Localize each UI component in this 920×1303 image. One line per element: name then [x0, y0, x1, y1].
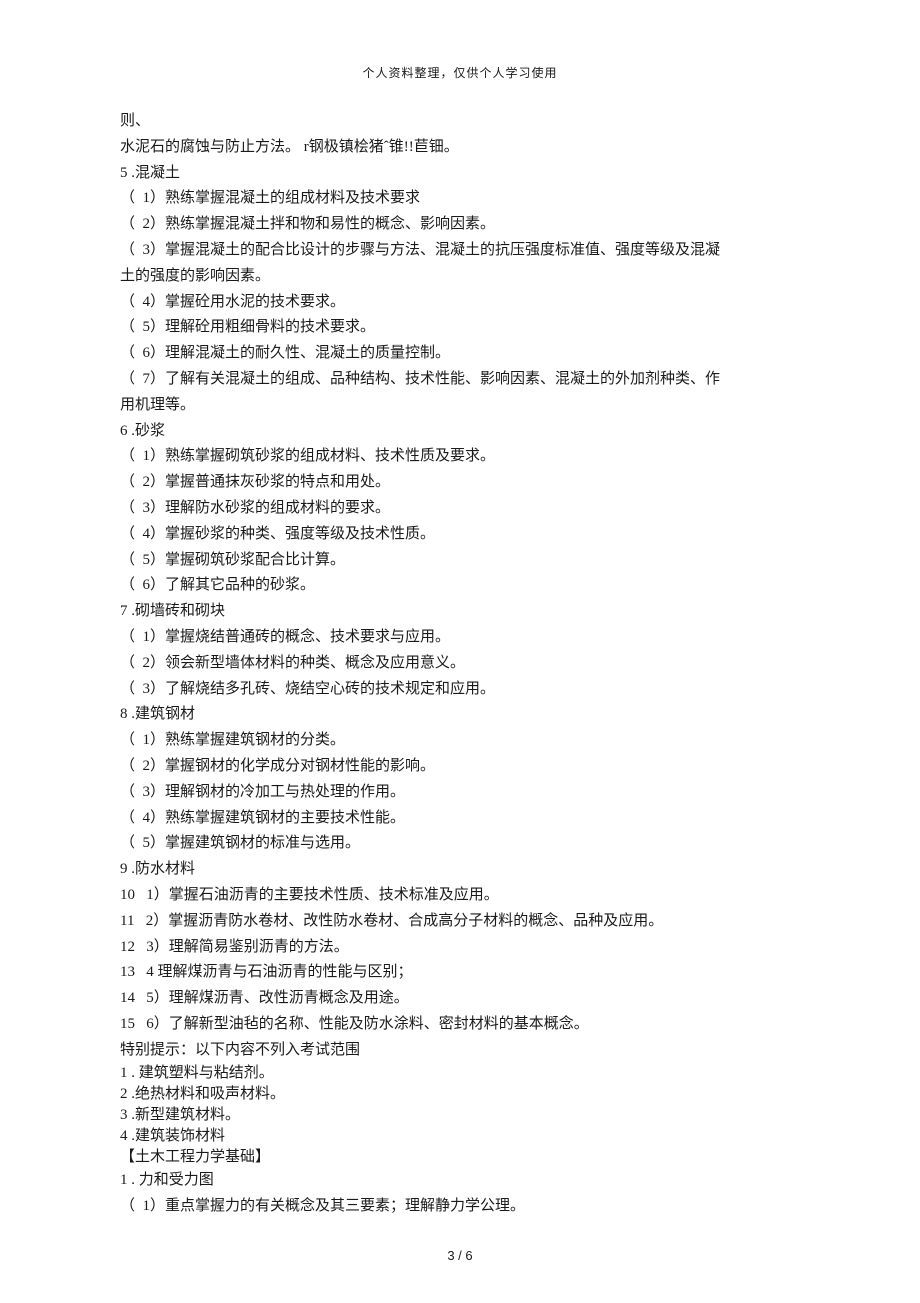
text-line: （ 6）了解其它品种的砂浆。 — [120, 573, 800, 599]
text-line: 特别提示：以下内容不列入考试范围 — [120, 1038, 800, 1064]
text-line: 10 1）掌握石油沥青的主要技术性质、技术标准及应用。 — [120, 883, 800, 909]
text-line: 3 .新型建筑材料。 — [120, 1105, 800, 1126]
text-line: 12 3）理解简易鉴别沥青的方法。 — [120, 935, 800, 961]
page-header: 个人资料整理，仅供个人学习使用 — [120, 64, 800, 81]
text-line: （ 2）掌握普通抹灰砂浆的特点和用处。 — [120, 470, 800, 496]
text-line: （ 5）掌握建筑钢材的标准与选用。 — [120, 831, 800, 857]
text-line: 14 5）理解煤沥青、改性沥青概念及用途。 — [120, 986, 800, 1012]
text-line: （ 2）领会新型墙体材料的种类、概念及应用意义。 — [120, 651, 800, 677]
text-line: 【土木工程力学基础】 — [120, 1147, 800, 1168]
text-line: 11 2）掌握沥青防水卷材、改性防水卷材、合成高分子材料的概念、品种及应用。 — [120, 909, 800, 935]
text-line: （ 6）理解混凝土的耐久性、混凝土的质量控制。 — [120, 341, 800, 367]
text-line: （ 5）掌握砌筑砂浆配合比计算。 — [120, 548, 800, 574]
text-line: 8 .建筑钢材 — [120, 702, 800, 728]
text-line: （ 2）掌握钢材的化学成分对钢材性能的影响。 — [120, 754, 800, 780]
text-line: （ 1）熟练掌握建筑钢材的分类。 — [120, 728, 800, 754]
text-line: 15 6）了解新型油毡的名称、性能及防水涂料、密封材料的基本概念。 — [120, 1012, 800, 1038]
text-line: （ 1）熟练掌握砌筑砂浆的组成材料、技术性质及要求。 — [120, 444, 800, 470]
text-line: 6 .砂浆 — [120, 419, 800, 445]
text-line: 1 . 建筑塑料与粘结剂。 — [120, 1063, 800, 1084]
text-line: （ 4）熟练掌握建筑钢材的主要技术性能。 — [120, 806, 800, 832]
page: 个人资料整理，仅供个人学习使用 则、水泥石的腐蚀与防止方法。 r钢极镇桧猪ˆ锥!… — [0, 0, 920, 1303]
document-body: 则、水泥石的腐蚀与防止方法。 r钢极镇桧猪ˆ锥!!苣钿。5 .混凝土（ 1）熟练… — [120, 109, 800, 1220]
text-line: （ 7）了解有关混凝土的组成、品种结构、技术性能、影响因素、混凝土的外加剂种类、… — [120, 367, 800, 393]
text-line: （ 1）掌握烧结普通砖的概念、技术要求与应用。 — [120, 625, 800, 651]
text-line: 则、 — [120, 109, 800, 135]
text-line: （ 1）重点掌握力的有关概念及其三要素；理解静力学公理。 — [120, 1194, 800, 1220]
text-line: （ 3）理解防水砂浆的组成材料的要求。 — [120, 496, 800, 522]
text-line: （ 4）掌握砂浆的种类、强度等级及技术性质。 — [120, 522, 800, 548]
text-line: （ 3）理解钢材的冷加工与热处理的作用。 — [120, 780, 800, 806]
text-line: 1 . 力和受力图 — [120, 1168, 800, 1194]
text-line: 4 .建筑装饰材料 — [120, 1126, 800, 1147]
text-line: （ 3）掌握混凝土的配合比设计的步骤与方法、混凝土的抗压强度标准值、强度等级及混… — [120, 238, 800, 264]
text-line: 土的强度的影响因素。 — [120, 264, 800, 290]
text-line: 13 4 理解煤沥青与石油沥青的性能与区别； — [120, 960, 800, 986]
text-line: 5 .混凝土 — [120, 161, 800, 187]
text-line: （ 3）了解烧结多孔砖、烧结空心砖的技术规定和应用。 — [120, 677, 800, 703]
text-line: 用机理等。 — [120, 393, 800, 419]
text-line: 水泥石的腐蚀与防止方法。 r钢极镇桧猪ˆ锥!!苣钿。 — [120, 135, 800, 161]
text-line: 7 .砌墙砖和砌块 — [120, 599, 800, 625]
text-line: 9 .防水材料 — [120, 857, 800, 883]
text-line: （ 4）掌握砼用水泥的技术要求。 — [120, 290, 800, 316]
text-line: （ 5）理解砼用粗细骨料的技术要求。 — [120, 315, 800, 341]
text-line: （ 1）熟练掌握混凝土的组成材料及技术要求 — [120, 186, 800, 212]
text-line: 2 .绝热材料和吸声材料。 — [120, 1084, 800, 1105]
text-line: （ 2）熟练掌握混凝土拌和物和易性的概念、影响因素。 — [120, 212, 800, 238]
page-number: 3 / 6 — [0, 1248, 920, 1263]
